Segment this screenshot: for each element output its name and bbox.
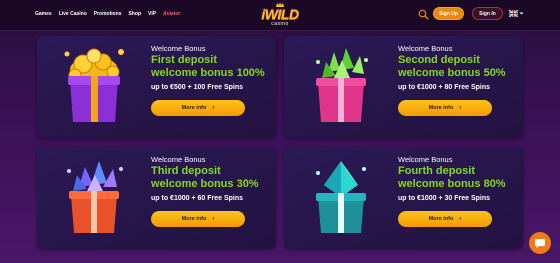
card-offer: up to €1000 + 80 Free Spins (398, 84, 491, 91)
chevron-right-icon: › (459, 216, 462, 222)
bonus-card-third: Welcome Bonus Third deposit welcome bonu… (37, 147, 276, 249)
more-info-label: More info (428, 105, 454, 111)
card-offer: up to €1000 + 30 Free Spins (398, 195, 491, 202)
logo-wordmark: iWILD (261, 6, 299, 22)
sign-in-button[interactable]: Sign In (472, 7, 503, 20)
card-eyebrow: Welcome Bonus (398, 155, 453, 164)
nav-aviator[interactable]: Aviator (163, 10, 180, 18)
more-info-button[interactable]: More info › (151, 100, 245, 116)
card-eyebrow: Welcome Bonus (398, 44, 453, 53)
teal-gift-icon (316, 161, 366, 233)
nav-promotions[interactable]: Promotions (94, 10, 122, 18)
card-eyebrow: Welcome Bonus (151, 155, 206, 164)
sign-up-button[interactable]: Sign Up (433, 7, 464, 20)
top-header: Games Live Casino Promotions Shop VIP Av… (0, 0, 560, 31)
card-title-line2: welcome bonus 80% (398, 178, 506, 190)
card-title: Second deposit (398, 54, 480, 66)
card-eyebrow: Welcome Bonus (151, 44, 206, 53)
chevron-down-icon[interactable] (519, 11, 524, 16)
card-title-line2: welcome bonus 50% (398, 67, 506, 79)
main-nav: Games Live Casino Promotions Shop VIP Av… (35, 10, 180, 18)
chevron-right-icon: › (212, 216, 215, 222)
more-info-button[interactable]: More info › (398, 211, 492, 227)
bonus-card-second: Welcome Bonus Second deposit welcome bon… (284, 36, 523, 138)
uk-flag-icon[interactable] (509, 10, 518, 17)
nav-live-casino[interactable]: Live Casino (59, 10, 87, 18)
chat-icon (535, 239, 545, 248)
more-info-label: More info (181, 216, 207, 222)
site-logo[interactable]: iWILD casino (251, 2, 309, 29)
search-icon[interactable] (418, 9, 429, 20)
pink-gift-icon (316, 48, 368, 122)
card-title: Fourth deposit (398, 165, 475, 177)
card-title-line2: welcome bonus 100% (151, 67, 265, 79)
chevron-right-icon: › (212, 105, 215, 111)
more-info-button[interactable]: More info › (151, 211, 245, 227)
logo-subtitle: casino (271, 21, 289, 27)
card-offer: up to €1000 + 60 Free Spins (151, 195, 244, 202)
card-title: First deposit (151, 54, 218, 66)
nav-shop[interactable]: Shop (129, 10, 142, 18)
bonus-card-first: Welcome Bonus First deposit welcome bonu… (37, 36, 276, 138)
more-info-button[interactable]: More info › (398, 100, 492, 116)
card-title: Third deposit (151, 165, 221, 177)
card-title-line2: welcome bonus 30% (151, 178, 259, 190)
chevron-right-icon: › (459, 105, 462, 111)
live-chat-button[interactable] (529, 232, 551, 254)
more-info-label: More info (181, 105, 207, 111)
more-info-label: More info (428, 216, 454, 222)
nav-vip[interactable]: VIP (148, 10, 156, 18)
purple-gift-icon (64, 48, 124, 122)
card-offer: up to €500 + 100 Free Spins (151, 84, 244, 91)
orange-gift-icon (67, 161, 123, 233)
bonus-card-fourth: Welcome Bonus Fourth deposit welcome bon… (284, 147, 523, 249)
nav-games[interactable]: Games (35, 10, 52, 18)
